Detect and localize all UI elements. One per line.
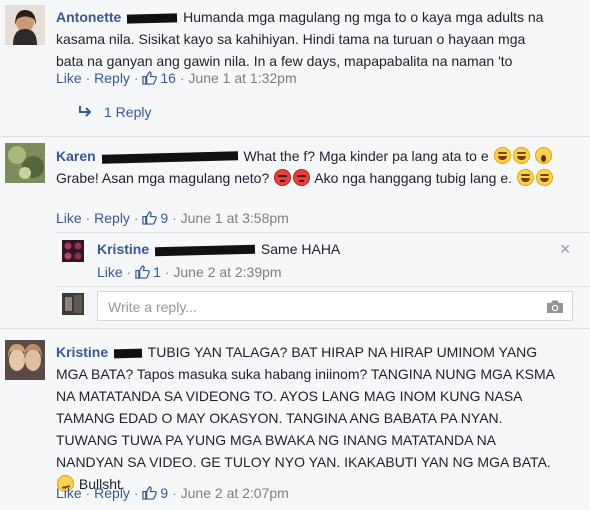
comment-actions: Like · Reply · 9 · June 2 at 2:07pm: [56, 485, 289, 501]
redaction-mark: [101, 151, 238, 164]
view-replies-link[interactable]: 1 Reply: [78, 104, 151, 120]
like-button[interactable]: Like: [97, 264, 123, 280]
comment-timestamp[interactable]: June 1 at 3:58pm: [181, 210, 289, 226]
comment-text: Ako nga hanggang tubig lang e.: [314, 170, 513, 186]
laughing-emoji-icon: [535, 169, 553, 186]
comment-text: Grabe! Asan mga magulang neto?: [56, 170, 270, 186]
reply-input-box[interactable]: [97, 291, 573, 321]
replies-count-label: 1 Reply: [104, 104, 152, 120]
avatar-photo: [62, 293, 84, 315]
reply-input[interactable]: [106, 298, 530, 316]
avatar-photo: [5, 143, 45, 183]
divider: [0, 328, 590, 329]
reply-button[interactable]: Reply: [94, 70, 130, 86]
laughing-emoji-icon: [512, 147, 530, 164]
comment-body: Karen What the f? Mga kinder pa lang ata…: [56, 145, 561, 189]
like-button[interactable]: Like: [56, 485, 82, 501]
avatar-photo: [5, 340, 45, 380]
comment-text: TUBIG YAN TALAGA? BAT HIRAP NA HIRAP UMI…: [56, 344, 555, 470]
comment-timestamp[interactable]: June 1 at 1:32pm: [188, 70, 296, 86]
thumbs-up-icon: [142, 71, 158, 85]
separator: ·: [85, 485, 91, 501]
comment-body: Antonette Humanda mga magulang ng mga to…: [56, 6, 556, 72]
reply-author[interactable]: Kristine: [97, 241, 149, 257]
camera-icon[interactable]: [546, 299, 564, 314]
reply-body: Kristine Same HAHA: [97, 238, 537, 260]
comment-author[interactable]: Antonette: [56, 9, 121, 25]
like-button[interactable]: Like: [56, 70, 82, 86]
screaming-emoji-icon: [535, 147, 553, 164]
separator: ·: [126, 264, 132, 280]
current-user-avatar: [62, 293, 84, 315]
laughing-emoji-icon: [493, 147, 511, 164]
comment-body: Kristine TUBIG YAN TALAGA? BAT HIRAP NA …: [56, 341, 561, 495]
redaction-mark: [154, 244, 256, 257]
like-count[interactable]: 16: [142, 70, 179, 86]
avatar[interactable]: [5, 5, 45, 45]
avatar[interactable]: [62, 240, 84, 262]
reply-arrow-icon: [78, 104, 92, 120]
separator: ·: [85, 210, 91, 226]
angry-emoji-icon: [293, 169, 311, 186]
separator: ·: [85, 70, 91, 86]
comment-actions: Like · Reply · 9 · June 1 at 3:58pm: [56, 210, 289, 226]
separator: ·: [133, 70, 139, 86]
reply-timestamp[interactable]: June 2 at 2:39pm: [173, 264, 281, 280]
separator: ·: [133, 485, 139, 501]
reply-button[interactable]: Reply: [94, 210, 130, 226]
thumbs-up-icon: [135, 265, 150, 279]
thumbs-up-icon: [142, 486, 158, 500]
angry-emoji-icon: [274, 169, 292, 186]
comment-text: What the f? Mga kinder pa lang ata to e: [243, 148, 489, 164]
redaction-mark: [127, 13, 178, 24]
reply-text: Same HAHA: [260, 241, 341, 257]
comment-actions: Like · Reply · 16 · June 1 at 1:32pm: [56, 70, 297, 86]
thumbs-up-icon: [142, 211, 158, 225]
avatar-photo: [62, 240, 84, 262]
avatar[interactable]: [5, 340, 45, 380]
comment-timestamp[interactable]: June 2 at 2:07pm: [181, 485, 289, 501]
divider: [56, 286, 590, 287]
close-icon[interactable]: ×: [560, 240, 571, 258]
separator: ·: [164, 264, 170, 280]
separator: ·: [172, 485, 177, 501]
comment-author[interactable]: Karen: [56, 148, 96, 164]
avatar[interactable]: [5, 143, 45, 183]
laughing-emoji-icon: [516, 169, 534, 186]
like-count[interactable]: 9: [142, 210, 172, 226]
separator: ·: [179, 70, 185, 86]
like-count[interactable]: 1: [135, 264, 165, 280]
like-button[interactable]: Like: [56, 210, 82, 226]
reply-button[interactable]: Reply: [94, 485, 130, 501]
avatar-photo: [5, 5, 45, 45]
separator: ·: [133, 210, 139, 226]
comment-author[interactable]: Kristine: [56, 344, 108, 360]
separator: ·: [172, 210, 177, 226]
divider: [0, 136, 590, 137]
reply-actions: Like · 1 · June 2 at 2:39pm: [97, 264, 282, 280]
divider: [56, 232, 590, 233]
like-count[interactable]: 9: [142, 485, 172, 501]
redaction-mark: [113, 348, 143, 359]
